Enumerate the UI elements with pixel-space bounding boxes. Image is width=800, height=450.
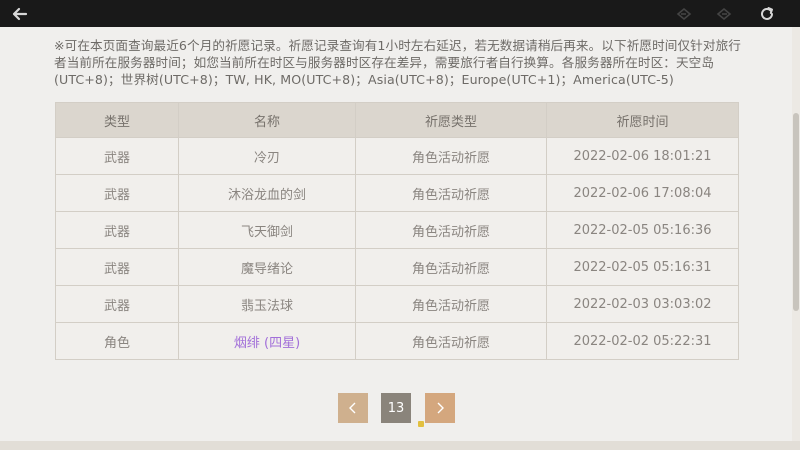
table-row: 武器 魔导绪论 角色活动祈愿 2022-02-05 05:16:31 [55, 248, 739, 286]
cell-time: 2022-02-06 17:08:04 [546, 174, 739, 212]
column-header-wish-type: 祈愿类型 [355, 102, 547, 138]
current-page-indicator: 13 [381, 393, 411, 423]
cell-type: 武器 [55, 174, 179, 212]
cell-time: 2022-02-06 18:01:21 [546, 137, 739, 175]
cell-name: 冷刃 [178, 137, 356, 175]
next-page-button[interactable] [425, 393, 455, 423]
cell-wish-type: 角色活动祈愿 [355, 322, 547, 360]
table-row: 武器 沐浴龙血的剑 角色活动祈愿 2022-02-06 17:08:04 [55, 174, 739, 212]
cell-wish-type: 角色活动祈愿 [355, 248, 547, 286]
cell-wish-type: 角色活动祈愿 [355, 174, 547, 212]
cell-name: 飞天御剑 [178, 211, 356, 249]
cell-time: 2022-02-05 05:16:31 [546, 248, 739, 286]
cell-type: 武器 [55, 285, 179, 323]
column-header-wish-time: 祈愿时间 [546, 102, 739, 138]
cell-type: 武器 [55, 248, 179, 286]
diamond-right-icon[interactable] [713, 4, 735, 23]
wish-records-table: 类型 名称 祈愿类型 祈愿时间 武器 冷刃 角色活动祈愿 2022-02-06 … [55, 102, 739, 360]
wish-history-page: ※可在本页面查询最近6个月的祈愿记录。祈愿记录查询有1小时左右延迟，若无数据请稍… [0, 27, 792, 441]
table-row: 角色 烟绯 (四星) 角色活动祈愿 2022-02-02 05:22:31 [55, 322, 739, 360]
prev-page-button[interactable] [338, 393, 368, 423]
chevron-right-icon [437, 402, 444, 414]
cell-time: 2022-02-02 05:22:31 [546, 322, 739, 360]
scrollbar-thumb[interactable] [793, 113, 799, 311]
cell-time: 2022-02-05 05:16:36 [546, 211, 739, 249]
cell-type: 武器 [55, 137, 179, 175]
table-row: 武器 冷刃 角色活动祈愿 2022-02-06 18:01:21 [55, 137, 739, 175]
cell-type: 武器 [55, 211, 179, 249]
cell-wish-type: 角色活动祈愿 [355, 285, 547, 323]
cell-wish-type: 角色活动祈愿 [355, 137, 547, 175]
back-arrow-icon[interactable] [9, 4, 31, 23]
cell-wish-type: 角色活动祈愿 [355, 211, 547, 249]
diamond-left-icon[interactable] [673, 4, 695, 23]
cell-name-four-star: 烟绯 (四星) [178, 322, 356, 360]
chevron-left-icon [349, 402, 356, 414]
cell-name: 魔导绪论 [178, 248, 356, 286]
bottom-edge [0, 441, 800, 450]
table-row: 武器 翡玉法球 角色活动祈愿 2022-02-03 03:03:02 [55, 285, 739, 323]
cell-time: 2022-02-03 03:03:02 [546, 285, 739, 323]
cell-name: 沐浴龙血的剑 [178, 174, 356, 212]
column-header-name: 名称 [178, 102, 356, 138]
browser-toolbar [0, 0, 800, 27]
timezone-notice: ※可在本页面查询最近6个月的祈愿记录。祈愿记录查询有1小时左右延迟，若无数据请稍… [54, 38, 741, 87]
cell-type: 角色 [55, 322, 179, 360]
cell-name: 翡玉法球 [178, 285, 356, 323]
table-header-row: 类型 名称 祈愿类型 祈愿时间 [55, 102, 739, 138]
column-header-type: 类型 [55, 102, 179, 138]
table-row: 武器 飞天御剑 角色活动祈愿 2022-02-05 05:16:36 [55, 211, 739, 249]
mouse-cursor [418, 421, 424, 427]
page-scrollbar[interactable] [792, 27, 800, 441]
refresh-icon[interactable] [756, 4, 778, 23]
